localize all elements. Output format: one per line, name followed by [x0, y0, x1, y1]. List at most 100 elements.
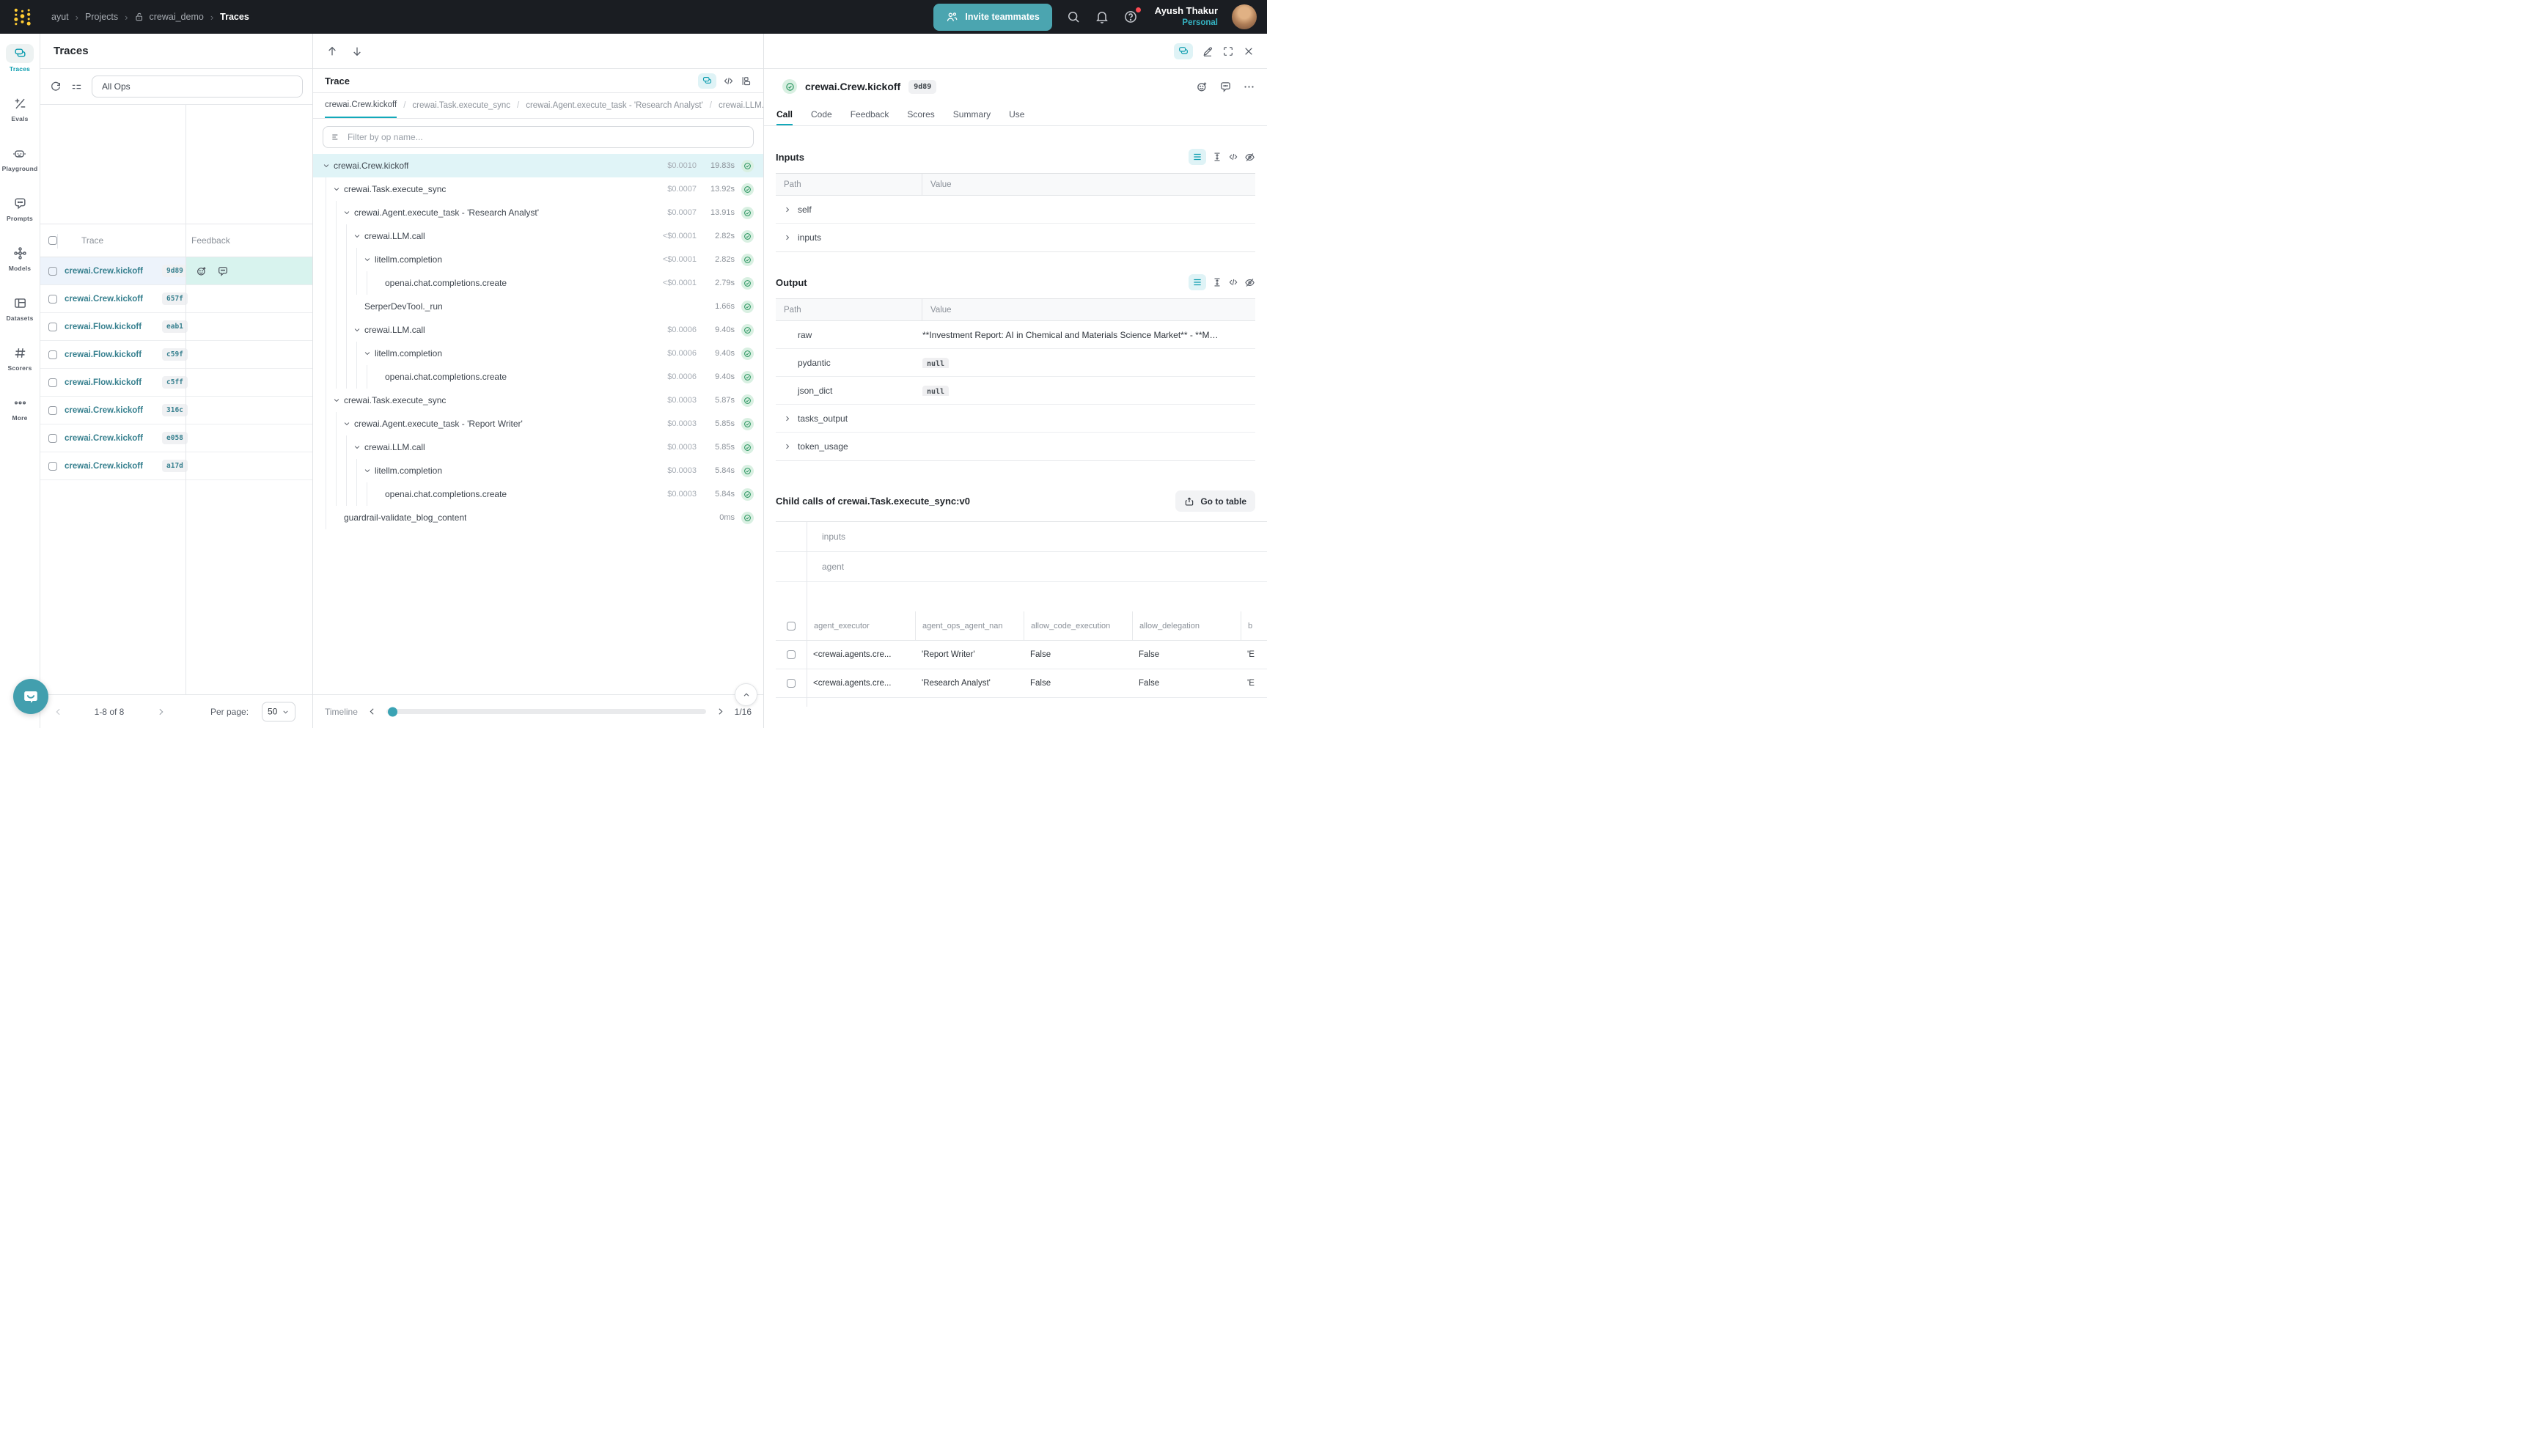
table-row[interactable]: crewai.Crew.kickoff a17d [40, 452, 312, 480]
column-header[interactable]: allow_delegation [1132, 611, 1241, 640]
trace-tree-row[interactable]: litellm.completion <$0.0001 2.82s [313, 248, 763, 271]
stack-crumb[interactable]: crewai.Crew.kickoff [325, 93, 397, 118]
timeline-next-button[interactable] [716, 707, 725, 716]
wandb-logo-icon[interactable] [12, 7, 32, 27]
sidebar-item-playground[interactable]: Playground [2, 144, 38, 172]
invite-teammates-button[interactable]: Invite teammates [933, 4, 1051, 31]
detail-tab[interactable]: Code [811, 104, 832, 125]
select-all-checkbox[interactable] [787, 622, 796, 630]
trace-link[interactable]: crewai.Flow.kickoff [65, 323, 142, 331]
table-row[interactable]: crewai.Flow.kickoff c5ff [40, 369, 312, 397]
detail-tab[interactable]: Summary [953, 104, 991, 125]
chevron-down-icon[interactable] [343, 209, 354, 216]
comment-icon[interactable] [217, 265, 229, 277]
op-filter-input[interactable] [348, 132, 746, 142]
sidebar-item-more[interactable]: More [6, 393, 34, 422]
chevron-down-icon[interactable] [333, 397, 344, 404]
more-menu-icon[interactable] [1243, 81, 1255, 93]
feedback-column-header[interactable]: Feedback [191, 235, 230, 246]
trace-tree-row[interactable]: openai.chat.completions.create $0.0006 9… [313, 365, 763, 389]
trace-tree-row[interactable]: crewai.Task.execute_sync $0.0007 13.92s [313, 177, 763, 201]
collapse-timeline-button[interactable] [735, 683, 757, 706]
chevron-right-icon[interactable] [784, 234, 791, 241]
notifications-bell-icon[interactable] [1095, 10, 1109, 24]
trace-tree-row[interactable]: openai.chat.completions.create $0.0003 5… [313, 482, 763, 506]
row-checkbox[interactable] [48, 295, 57, 304]
trace-link[interactable]: crewai.Flow.kickoff [65, 378, 142, 387]
per-page-select[interactable]: 50 [262, 702, 295, 721]
stack-crumb[interactable]: crewai.Task.execute_sync [412, 101, 510, 110]
stack-crumb[interactable]: crewai.LLM.cal [719, 101, 763, 110]
sidebar-item-datasets[interactable]: Datasets [6, 293, 34, 322]
chevron-down-icon[interactable] [333, 185, 344, 193]
flame-graph-button[interactable] [741, 76, 752, 87]
trace-link[interactable]: crewai.Flow.kickoff [65, 350, 142, 359]
add-reaction-icon[interactable] [1196, 81, 1208, 93]
sidebar-item-traces[interactable]: Traces [6, 44, 34, 73]
timeline-slider-knob[interactable] [388, 707, 397, 716]
sidebar-item-prompts[interactable]: Prompts [6, 194, 34, 222]
chevron-down-icon[interactable] [353, 232, 364, 240]
trace-tree-row[interactable]: SerperDevTool._run 1.66s [313, 295, 763, 318]
trace-link[interactable]: crewai.Crew.kickoff [65, 434, 143, 443]
chevron-down-icon[interactable] [364, 467, 375, 474]
code-view-button[interactable] [1228, 152, 1238, 162]
row-checkbox[interactable] [48, 267, 57, 276]
row-checkbox[interactable] [48, 350, 57, 359]
edit-pencil-icon[interactable] [1202, 45, 1213, 57]
table-row[interactable]: crewai.Flow.kickoff c59f [40, 341, 312, 369]
hide-values-eye-icon[interactable] [1244, 277, 1255, 288]
tree-view-toggle-button[interactable] [1174, 43, 1193, 59]
help-icon[interactable] [1123, 10, 1138, 24]
chevron-right-icon[interactable] [784, 443, 791, 450]
table-row[interactable]: crewai.Crew.kickoff 9d89 [40, 257, 312, 285]
row-checkbox[interactable] [48, 462, 57, 471]
output-row-json-dict[interactable]: json_dict null [776, 377, 1255, 405]
chevron-right-icon[interactable] [784, 206, 791, 213]
trace-tree-row[interactable]: crewai.Agent.execute_task - 'Report Writ… [313, 412, 763, 435]
chevron-down-icon[interactable] [343, 420, 354, 427]
close-icon[interactable] [1243, 45, 1255, 57]
trace-link[interactable]: crewai.Crew.kickoff [65, 406, 143, 415]
row-checkbox[interactable] [48, 406, 57, 415]
code-view-button[interactable] [1228, 277, 1238, 287]
group-row-agent[interactable]: agent [776, 552, 1267, 582]
chevron-down-icon[interactable] [323, 162, 334, 169]
column-header[interactable]: b [1241, 611, 1267, 640]
chevron-right-icon[interactable] [784, 415, 791, 422]
column-header[interactable]: allow_code_execution [1024, 611, 1132, 640]
chevron-down-icon[interactable] [353, 326, 364, 334]
code-view-button[interactable] [723, 76, 734, 87]
detail-tab[interactable]: Feedback [851, 104, 889, 125]
row-checkbox[interactable] [48, 378, 57, 387]
avatar[interactable] [1232, 4, 1257, 29]
child-call-row[interactable]: <crewai.agents.cre... 'Research Analyst'… [776, 669, 1267, 698]
trace-tree-row[interactable]: crewai.LLM.call $0.0006 9.40s [313, 318, 763, 342]
timeline-slider[interactable] [386, 709, 706, 714]
next-page-button[interactable] [156, 707, 166, 716]
output-row-token-usage[interactable]: token_usage [776, 433, 1255, 460]
child-call-row[interactable]: <crewai.agents.cre... 'Report Writer' Fa… [776, 641, 1267, 669]
expand-rows-button[interactable] [1212, 277, 1222, 287]
go-to-table-button[interactable]: Go to table [1175, 490, 1255, 512]
chevron-down-icon[interactable] [364, 256, 375, 263]
list-view-button[interactable] [1189, 149, 1206, 165]
row-checkbox[interactable] [787, 650, 796, 659]
trace-link[interactable]: crewai.Crew.kickoff [65, 295, 143, 304]
sidebar-item-scorers[interactable]: Scorers [6, 343, 34, 372]
add-reaction-icon[interactable] [196, 265, 208, 277]
prev-page-button[interactable] [54, 707, 63, 716]
output-row-tasks-output[interactable]: tasks_output [776, 405, 1255, 433]
tree-view-button[interactable] [698, 73, 716, 89]
stack-crumb[interactable]: crewai.Agent.execute_task - 'Research An… [526, 101, 703, 110]
call-id-badge[interactable]: 9d89 [908, 80, 936, 94]
breadcrumb-project[interactable]: crewai_demo [134, 12, 203, 22]
row-checkbox[interactable] [787, 679, 796, 688]
detail-tab[interactable]: Scores [907, 104, 934, 125]
trace-tree-row[interactable]: guardrail-validate_blog_content 0ms [313, 506, 763, 529]
trace-tree-row[interactable]: litellm.completion $0.0003 5.84s [313, 459, 763, 482]
sidebar-item-models[interactable]: Models [6, 243, 34, 272]
fullscreen-expand-icon[interactable] [1222, 45, 1234, 57]
table-row[interactable]: crewai.Crew.kickoff e058 [40, 424, 312, 452]
column-header[interactable]: agent_ops_agent_nan [915, 611, 1024, 640]
